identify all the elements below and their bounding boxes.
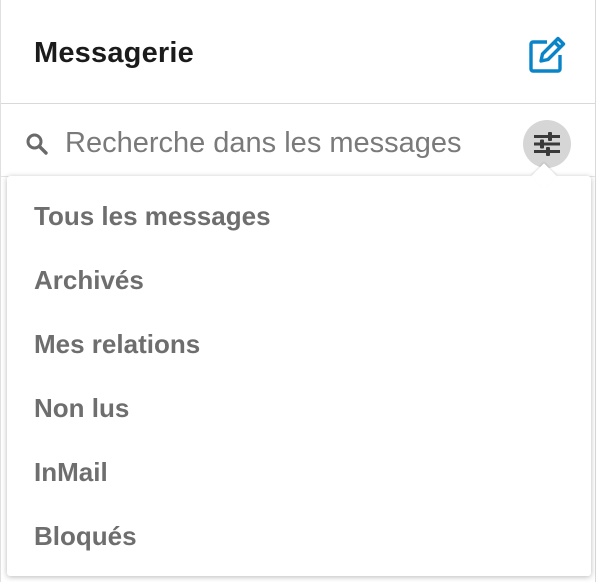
filter-item-all-messages[interactable]: Tous les messages <box>7 184 591 248</box>
filter-menu: Tous les messages Archivés Mes relations… <box>7 176 591 568</box>
search-input[interactable] <box>65 123 505 163</box>
compose-message-button[interactable] <box>525 33 569 77</box>
filter-dropdown: Tous les messages Archivés Mes relations… <box>7 163 591 576</box>
page-title: Messagerie <box>34 37 194 69</box>
filter-item-archived[interactable]: Archivés <box>7 248 591 312</box>
search-icon <box>26 133 48 155</box>
filter-item-blocked[interactable]: Bloqués <box>7 504 591 568</box>
messaging-page: Messagerie Recherche dans les messages T… <box>0 0 606 582</box>
compose-edit-icon <box>529 36 566 73</box>
filter-button[interactable] <box>523 120 571 168</box>
search-bar <box>1 105 595 177</box>
filter-sliders-icon <box>534 132 560 156</box>
messaging-panel: Messagerie Recherche dans les messages T… <box>0 0 596 582</box>
filter-item-unread[interactable]: Non lus <box>7 376 591 440</box>
filter-item-inmail[interactable]: InMail <box>7 440 591 504</box>
filter-item-my-connections[interactable]: Mes relations <box>7 312 591 376</box>
messaging-header: Messagerie <box>1 0 595 104</box>
